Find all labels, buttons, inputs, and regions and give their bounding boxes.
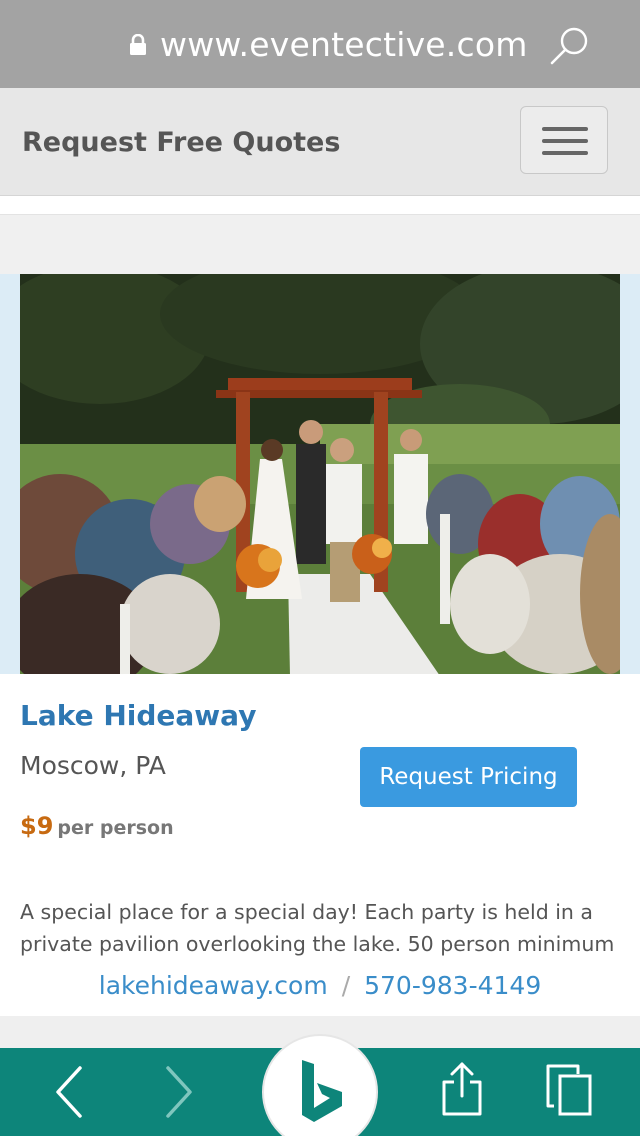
- wedding-ceremony-image: [20, 274, 620, 676]
- request-pricing-button[interactable]: Request Pricing: [360, 747, 577, 807]
- section-gap: [0, 214, 640, 274]
- hamburger-menu-icon-bar: [542, 151, 588, 155]
- venue-location: Moscow, PA: [20, 751, 166, 780]
- price-amount: $9: [20, 812, 54, 840]
- url-text[interactable]: www.eventective.com: [160, 24, 528, 66]
- bing-logo-icon: [302, 1060, 342, 1122]
- previous-content-strip: [0, 196, 640, 214]
- hamburger-menu-icon-bar: [542, 127, 588, 131]
- website-link[interactable]: lakehideaway.com: [99, 971, 328, 1000]
- link-separator: /: [341, 971, 351, 1000]
- page: www.eventective.com Request Free Quotes: [0, 0, 640, 1136]
- lock-icon: [130, 34, 146, 55]
- price-unit: per person: [57, 817, 174, 839]
- hamburger-menu-button[interactable]: [520, 106, 608, 174]
- tabs-icon[interactable]: [544, 1062, 596, 1118]
- search-icon[interactable]: [548, 24, 592, 68]
- venue-description: A special place for a special day! Each …: [20, 900, 615, 956]
- venue-contact-links: lakehideaway.com / 570-983-4149: [0, 968, 640, 1004]
- hamburger-menu-icon-bar: [542, 139, 588, 143]
- chevron-right-icon[interactable]: [158, 1064, 198, 1120]
- chevron-left-icon[interactable]: [50, 1064, 90, 1120]
- venue-price: $9 per person: [20, 810, 174, 844]
- bing-button[interactable]: [262, 1034, 378, 1136]
- site-header: Request Free Quotes: [0, 88, 640, 196]
- venue-photo[interactable]: [20, 274, 620, 676]
- phone-link[interactable]: 570-983-4149: [364, 971, 541, 1000]
- browser-address-bar[interactable]: www.eventective.com: [0, 0, 640, 88]
- share-icon[interactable]: [438, 1060, 486, 1118]
- request-free-quotes-title[interactable]: Request Free Quotes: [22, 126, 340, 160]
- venue-name-link[interactable]: Lake Hideaway: [20, 698, 256, 734]
